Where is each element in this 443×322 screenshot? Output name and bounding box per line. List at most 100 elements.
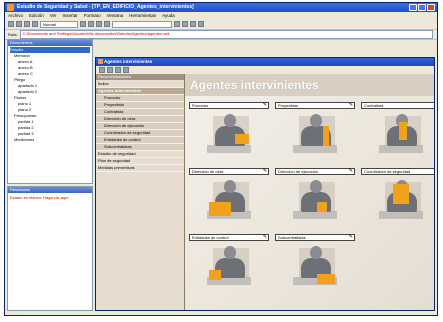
- edit-icon[interactable]: ✎: [263, 235, 267, 240]
- menu-item[interactable]: Ver: [50, 12, 57, 19]
- open-icon[interactable]: [16, 21, 22, 27]
- nav-item[interactable]: Índice: [96, 81, 184, 88]
- application-window: Estudio de Seguridad y Salud - [TP_EN_ED…: [4, 2, 438, 316]
- figure-desk: [293, 145, 337, 153]
- window-controls: [409, 4, 435, 11]
- agent-card-label[interactable]: Proyectista ✎: [275, 102, 355, 109]
- safety-coordinator-figure-icon: [379, 178, 423, 224]
- menu-item[interactable]: Herramientas: [129, 12, 156, 19]
- menu-item[interactable]: Archivo: [8, 12, 23, 19]
- agent-card-label[interactable]: Dirección de obra ✎: [189, 168, 269, 175]
- agent-card[interactable]: Promotor ✎: [189, 102, 269, 164]
- figure-desk: [379, 211, 423, 219]
- bold-icon[interactable]: [174, 21, 180, 27]
- copy-icon[interactable]: [88, 21, 94, 27]
- edit-icon[interactable]: ✎: [263, 169, 267, 174]
- agent-card-title: Promotor: [192, 103, 209, 108]
- undo-icon[interactable]: [104, 21, 110, 27]
- maximize-button[interactable]: [418, 4, 426, 11]
- tree-item[interactable]: Mediciones: [10, 137, 90, 143]
- agent-card-title: Proyectista: [278, 103, 298, 108]
- menu-item[interactable]: Ventana: [107, 12, 124, 19]
- agent-card-label[interactable]: Dirección de ejecución ✎: [275, 168, 355, 175]
- back-icon[interactable]: [99, 67, 105, 73]
- agent-card[interactable]: Entidades de control ✎: [189, 234, 269, 296]
- agent-card[interactable]: Coordinador de seguridad✎: [361, 168, 434, 230]
- left-panel: Documentos Estudio Memoria anexo A anexo…: [7, 39, 93, 311]
- figure-head: [310, 246, 322, 259]
- agent-card[interactable]: Proyectista ✎: [275, 102, 355, 164]
- figure-head: [310, 114, 322, 127]
- nav-subitem[interactable]: Subcontratistas: [96, 144, 184, 151]
- nav-subitem[interactable]: Dirección de obra: [96, 116, 184, 123]
- edit-icon[interactable]: ✎: [263, 103, 267, 108]
- agent-card[interactable]: Subcontratistas ✎: [275, 234, 355, 296]
- nav-item[interactable]: Medidas preventivas: [96, 165, 184, 172]
- nav-item-active[interactable]: Agentes intervinientes: [96, 88, 184, 95]
- print-icon[interactable]: [32, 21, 38, 27]
- agent-card-title: Dirección de obra: [192, 169, 224, 174]
- content-title: Agentes intervinientes: [185, 74, 434, 96]
- agent-card-label[interactable]: Entidades de control ✎: [189, 234, 269, 241]
- figure-accent: [209, 270, 221, 280]
- menu-item[interactable]: Edición: [29, 12, 44, 19]
- style-combo[interactable]: Normal: [40, 20, 78, 28]
- close-button[interactable]: [427, 4, 435, 11]
- menu-item[interactable]: Insertar: [63, 12, 78, 19]
- cut-icon[interactable]: [80, 21, 86, 27]
- window-title: Estudio de Seguridad y Salud - [TP_EN_ED…: [17, 4, 194, 10]
- results-text[interactable]: Estado en blanco. Haga clic aquí: [8, 193, 92, 202]
- help-icon[interactable]: [198, 21, 204, 27]
- italic-icon[interactable]: [182, 21, 188, 27]
- agent-card[interactable]: Dirección de obra ✎: [189, 168, 269, 230]
- edit-icon[interactable]: ✎: [349, 169, 353, 174]
- figure-desk: [379, 145, 423, 153]
- agent-card[interactable]: Dirección de ejecución ✎: [275, 168, 355, 230]
- nav-subitem[interactable]: Dirección de ejecución: [96, 123, 184, 130]
- agent-card[interactable]: Contratista✎: [361, 102, 434, 164]
- nav-subitem[interactable]: Coordinador de seguridad: [96, 130, 184, 137]
- child-title-bar[interactable]: Agentes intervinientes: [96, 58, 434, 66]
- nav-subitem[interactable]: Proyectista: [96, 102, 184, 109]
- figure-accent: [393, 184, 409, 204]
- edit-icon[interactable]: ✎: [349, 103, 353, 108]
- agent-cards-grid: Promotor ✎ Proyectista ✎ Contratista✎ Direcci…: [189, 102, 434, 306]
- figure-accent: [317, 274, 335, 284]
- figure-head: [224, 114, 236, 127]
- nav-subitem[interactable]: Entidades de control: [96, 137, 184, 144]
- agent-card-title: Dirección de ejecución: [278, 169, 319, 174]
- edit-icon[interactable]: ✎: [349, 235, 353, 240]
- agent-card-title: Entidades de control: [192, 235, 229, 240]
- agent-card-label[interactable]: Promotor ✎: [189, 102, 269, 109]
- document-tree-panel: Documentos Estudio Memoria anexo A anexo…: [7, 39, 93, 184]
- nav-item[interactable]: Estudio de seguridad: [96, 151, 184, 158]
- home-icon[interactable]: [115, 67, 121, 73]
- new-icon[interactable]: [8, 21, 14, 27]
- figure-accent: [323, 126, 329, 146]
- title-bar[interactable]: Estudio de Seguridad y Salud - [TP_EN_ED…: [5, 3, 437, 12]
- menu-item[interactable]: Formato: [84, 12, 101, 19]
- save-icon[interactable]: [24, 21, 30, 27]
- agent-card-label[interactable]: Contratista✎: [361, 102, 434, 109]
- agent-card-label[interactable]: Coordinador de seguridad✎: [361, 168, 434, 175]
- results-panel: Resultados Estado en blanco. Haga clic a…: [7, 186, 93, 311]
- control-entity-figure-icon: [207, 244, 251, 290]
- main-toolbar: Normal: [5, 19, 437, 30]
- underline-icon[interactable]: [190, 21, 196, 27]
- paste-icon[interactable]: [96, 21, 102, 27]
- path-field[interactable]: C:\Documents and Settings\Usuario\Mis do…: [19, 30, 433, 39]
- agent-card-label[interactable]: Subcontratistas ✎: [275, 234, 355, 241]
- figure-accent: [235, 134, 249, 144]
- figure-desk: [207, 145, 251, 153]
- nav-item[interactable]: Plan de seguridad: [96, 158, 184, 165]
- minimize-button[interactable]: [409, 4, 417, 11]
- nav-subitem[interactable]: Contratista: [96, 109, 184, 116]
- designer-figure-icon: [293, 112, 337, 158]
- nav-subitem[interactable]: Promotor: [96, 95, 184, 102]
- search-combo[interactable]: [112, 20, 172, 28]
- execution-director-figure-icon: [293, 178, 337, 224]
- content-area: Agentes intervinientes Promotor ✎ Proyecti…: [185, 74, 434, 310]
- forward-icon[interactable]: [107, 67, 113, 73]
- menu-item[interactable]: Ayuda: [162, 12, 175, 19]
- print-icon[interactable]: [123, 67, 129, 73]
